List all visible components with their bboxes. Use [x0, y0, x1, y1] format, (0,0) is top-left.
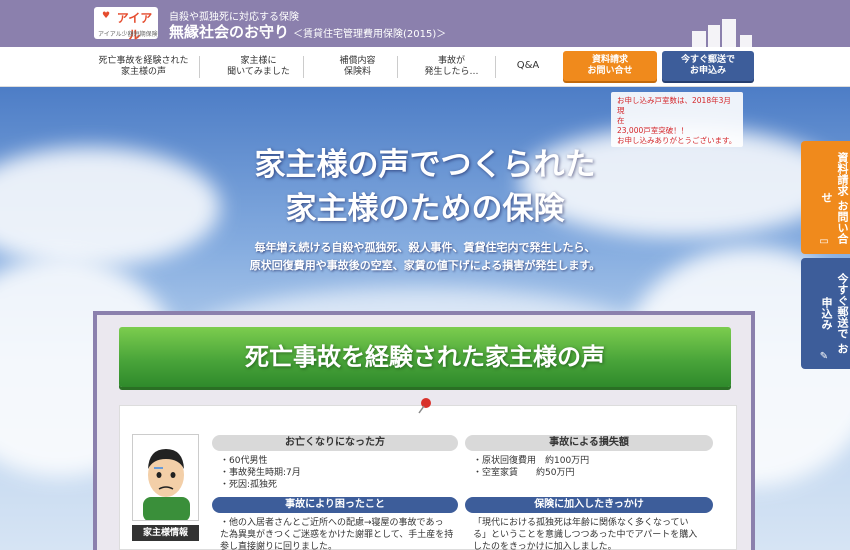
nav-voices[interactable]: 死亡事故を経験された 家主様の声 — [88, 56, 200, 78]
reason-line: 「現代における孤独死は年齢に関係なく多くなってい — [473, 518, 689, 528]
trouble-line: 参し直接謝りに回りました。 — [220, 542, 338, 550]
nav-voices-line1: 死亡事故を経験された — [98, 56, 189, 66]
hero-title-line2: 家主様のための保険 — [285, 191, 565, 227]
trouble-line: ・他の入居者さんとご近所への配慮→寝屋の事故であっ — [220, 518, 444, 528]
main-nav: 死亡事故を経験された 家主様の声 家主様に 聞いてみました 補償内容 保険料 事… — [0, 47, 850, 87]
nav-accident-line1: 事故が — [437, 56, 465, 66]
reason-line: したのをきっかけに加入しました。 — [473, 542, 617, 550]
nav-accident[interactable]: 事故が 発生したら… — [408, 56, 496, 78]
reason-line: る」ということを意識しつつあった中でアパートを購入 — [473, 530, 698, 540]
laptop-icon: ▭ — [819, 236, 829, 247]
deceased-item: ・死因:孤独死 — [220, 480, 278, 490]
loss-item: ・原状回復費用 約100万円 — [473, 456, 590, 466]
deceased-item: ・事故発生時期:7月 — [220, 468, 301, 478]
avatar-label: 家主様情報 — [132, 525, 199, 541]
logo-subtitle: アイアル少額短期保険 — [98, 31, 158, 38]
side-request-info-tab[interactable]: 資料請求 お問い合せ ▭ — [801, 141, 850, 254]
site-title-main: 無縁社会のお守り — [169, 23, 290, 41]
pushpin-icon — [418, 398, 431, 414]
heart-icon: ♥ — [102, 11, 111, 21]
voices-banner: 死亡事故を経験された家主様の声 — [119, 327, 731, 387]
request-info-line1: 資料請求 — [591, 55, 628, 65]
side-apply-tab[interactable]: 今すぐ郵送で お申込み ✎ — [801, 258, 850, 369]
reason-details: 「現代における孤独死は年齢に関係なく多くなってい る」ということを意識しつつあっ… — [473, 517, 697, 550]
landlord-illustration — [143, 449, 190, 520]
request-info-button[interactable]: 資料請求 お問い合せ — [563, 51, 657, 81]
notice-line3: 23,000戸室突破！！ — [617, 126, 689, 135]
nav-interview[interactable]: 家主様に 聞いてみました — [214, 56, 304, 78]
site-logo[interactable]: ♥ アイアル アイアル少額短期保険 — [94, 7, 158, 42]
buildings-illustration — [690, 18, 760, 47]
nav-interview-line2: 聞いてみました — [227, 67, 290, 77]
site-header: ♥ アイアル アイアル少額短期保険 自殺や孤独死に対応する保険 無縁社会のお守り… — [0, 0, 850, 47]
apply-line2: お申込み — [689, 66, 726, 76]
hero-title-line1: 家主様の声でつくられた — [254, 147, 596, 183]
apply-line1: 今すぐ郵送で — [680, 55, 735, 65]
trouble-details: ・他の入居者さんとご近所への配慮→寝屋の事故であっ た為異臭がきつくご迷惑をかけ… — [220, 517, 453, 550]
deceased-heading: お亡くなりになった方 — [212, 435, 458, 451]
hero-desc-line2: 原状回復費用や事故後の空室、家賃の値下げによる損害が発生します。 — [249, 259, 601, 272]
trouble-heading: 事故により困ったこと — [212, 497, 458, 513]
site-title: 無縁社会のお守り ＜賃貸住宅管理費用保険(2015)＞ — [169, 21, 446, 42]
loss-item: ・空室家賃 約50万円 — [473, 468, 575, 478]
loss-details: ・原状回復費用 約100万円 ・空室家賃 約50万円 — [473, 455, 589, 479]
trouble-line: た為異臭がきつくご迷惑をかけた謝罪として、手土産を持 — [220, 530, 454, 540]
site-title-sub: ＜賃貸住宅管理費用保険(2015)＞ — [293, 29, 447, 40]
notice-line2: 在 — [617, 116, 625, 125]
reason-heading: 保険に加入したきっかけ — [465, 497, 713, 513]
nav-coverage[interactable]: 補償内容 保険料 — [318, 56, 398, 78]
notice-line1: お申し込み戸室数は、2018年3月現 — [617, 96, 731, 115]
nav-interview-line1: 家主様に — [240, 56, 277, 66]
deceased-details: ・60代男性 ・事故発生時期:7月 ・死因:孤独死 — [220, 455, 301, 491]
deceased-item: ・60代男性 — [220, 456, 268, 466]
loss-heading: 事故による損失額 — [465, 435, 713, 451]
nav-accident-line2: 発生したら… — [424, 67, 479, 77]
pen-icon: ✎ — [819, 351, 829, 362]
nav-voices-line2: 家主様の声 — [120, 67, 166, 77]
voices-panel: 死亡事故を経験された家主様の声 家主様情報 お亡くなりになった方 ・60代男性 … — [93, 311, 755, 550]
avatar — [132, 434, 199, 521]
voice-card: 家主様情報 お亡くなりになった方 ・60代男性 ・事故発生時期:7月 ・死因:孤… — [119, 398, 737, 550]
side-request-label: 資料請求 お問い合せ — [820, 151, 849, 244]
nav-qa[interactable]: Q&A — [510, 60, 546, 71]
hero-desc-line1: 毎年増え続ける自殺や孤独死、殺人事件、賃貸住宅内で発生したら、 — [254, 241, 596, 254]
nav-coverage-line2: 保険料 — [343, 67, 371, 77]
side-apply-label: 今すぐ郵送で お申込み — [820, 273, 849, 354]
apply-by-mail-button[interactable]: 今すぐ郵送で お申込み — [662, 51, 754, 81]
request-info-line2: お問い合せ — [587, 66, 633, 76]
nav-coverage-line1: 補償内容 — [339, 56, 376, 66]
